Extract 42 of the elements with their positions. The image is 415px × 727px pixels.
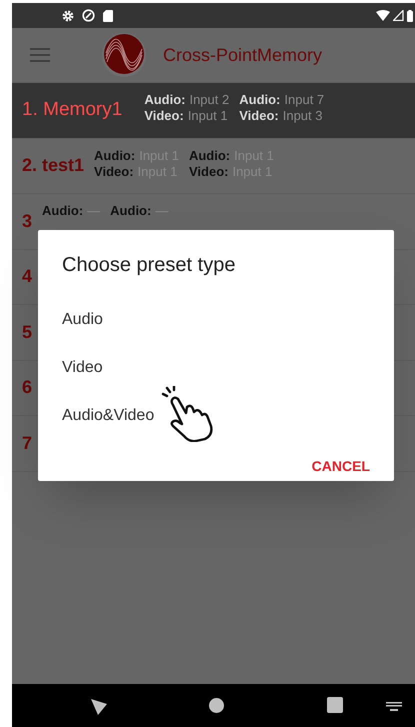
preset-name: 5 xyxy=(22,320,32,344)
cancel-button[interactable]: CANCEL xyxy=(302,448,380,485)
route-label: Audio: xyxy=(42,203,84,219)
preset-row[interactable]: 1. Memory1 Audio: Input 2 Video: Input 1 Audio: Input 7 Video: Input 3 xyxy=(12,83,415,138)
route-value: Input 1 xyxy=(188,108,228,124)
wave-logo-icon xyxy=(101,32,147,78)
app-title: Cross-PointMemory xyxy=(163,44,322,67)
preset-name: 7 xyxy=(22,432,32,455)
route-value: Input 3 xyxy=(282,108,322,124)
preset-name: 6 xyxy=(22,376,32,400)
route-label: Video: xyxy=(94,164,134,180)
route-label: Video: xyxy=(188,164,228,180)
dialog-title: Choose preset type xyxy=(62,253,236,278)
route-label: Audio: xyxy=(94,148,136,164)
route-value: — xyxy=(87,203,100,219)
preset-type-option[interactable]: Audio xyxy=(62,296,103,344)
preset-name: 1. Memory1 xyxy=(22,98,122,122)
back-icon xyxy=(91,699,107,715)
sd-card-icon xyxy=(103,10,113,22)
recents-icon xyxy=(327,697,343,713)
route-label: Video: xyxy=(239,108,279,124)
circle-icon xyxy=(82,9,95,22)
battery-icon xyxy=(407,10,413,22)
preset-type-option[interactable]: Audio&Video xyxy=(62,392,154,440)
route-value: Input 7 xyxy=(284,92,324,108)
route-value: — xyxy=(155,203,168,219)
home-icon xyxy=(209,698,224,713)
menu-icon xyxy=(30,48,50,62)
preset-name: 2. test1 xyxy=(22,154,84,178)
route-label: Video: xyxy=(144,108,184,124)
route-label: Audio: xyxy=(188,148,230,164)
preset-name: 4 xyxy=(22,265,32,288)
preset-name: 3 xyxy=(22,210,32,233)
signal-icon xyxy=(393,10,404,21)
route-label: Audio: xyxy=(144,92,186,108)
route-label: Audio: xyxy=(110,203,152,219)
keyboard-icon xyxy=(386,702,402,711)
gear-icon xyxy=(62,10,74,22)
wifi-icon xyxy=(376,10,390,21)
route-value: Input 2 xyxy=(189,92,230,108)
route-label: Audio: xyxy=(239,92,280,108)
preset-type-option[interactable]: Video xyxy=(62,344,103,392)
